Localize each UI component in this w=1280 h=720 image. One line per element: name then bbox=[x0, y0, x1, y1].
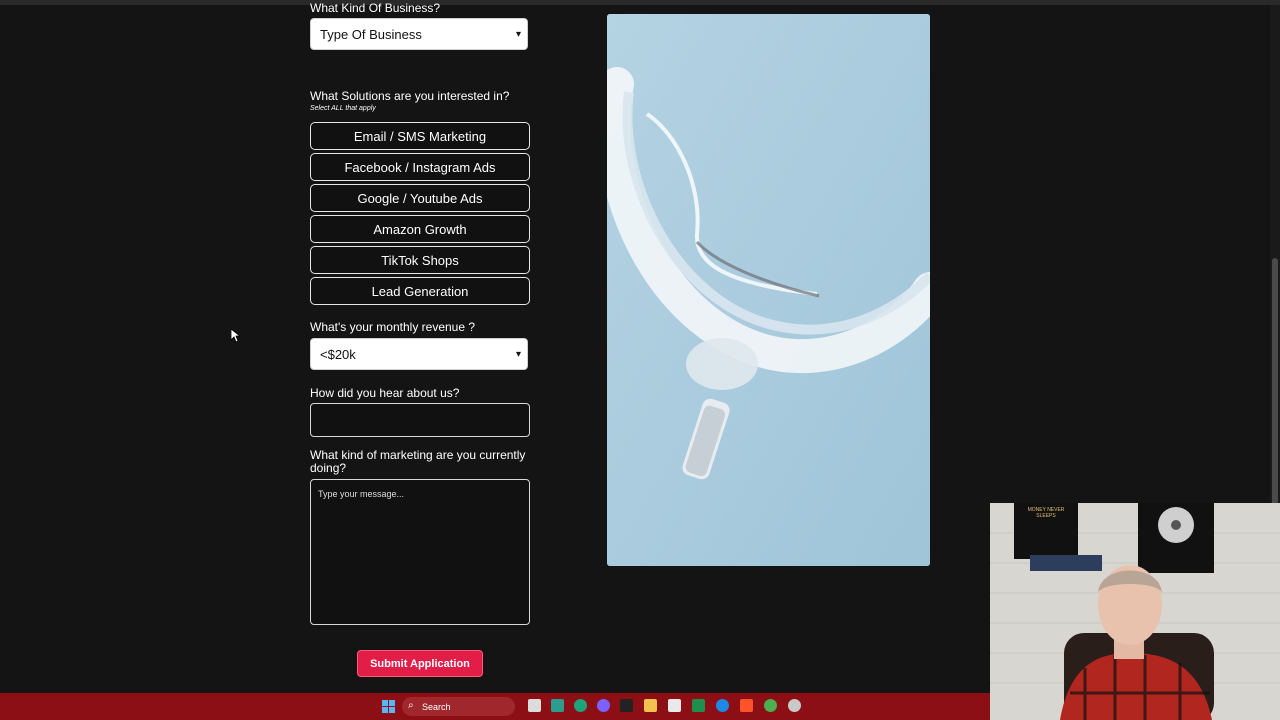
hear-about-input[interactable] bbox=[310, 403, 530, 437]
app-icon-1[interactable] bbox=[551, 699, 564, 712]
scrollbar-thumb[interactable] bbox=[1272, 258, 1278, 508]
solution-lead-generation[interactable]: Lead Generation bbox=[310, 277, 530, 305]
chevron-down-icon: ▾ bbox=[515, 29, 521, 40]
business-type-value: Type Of Business bbox=[320, 26, 422, 42]
file-explorer-icon[interactable] bbox=[644, 699, 657, 712]
business-type-label: What Kind Of Business? bbox=[310, 1, 441, 15]
windows-start-icon[interactable] bbox=[382, 700, 395, 713]
excel-icon[interactable] bbox=[692, 699, 705, 712]
revenue-value: <$20k bbox=[320, 346, 356, 362]
solutions-label: What Solutions are you interested in? bbox=[310, 89, 510, 103]
solution-google-youtube[interactable]: Google / Youtube Ads bbox=[310, 184, 530, 212]
app-icon-2[interactable] bbox=[574, 699, 587, 712]
poster-text: MONEY NEVER SLEEPS bbox=[1027, 507, 1065, 519]
settings-gear-icon[interactable] bbox=[788, 699, 801, 712]
mouthguard-illustration bbox=[607, 14, 930, 566]
marketing-textarea[interactable]: Type your message... bbox=[310, 479, 530, 625]
hear-about-label: How did you hear about us? bbox=[310, 386, 460, 400]
task-view-icon[interactable] bbox=[528, 699, 541, 712]
app-icon-5[interactable] bbox=[716, 699, 729, 712]
revenue-select[interactable]: <$20k ▾ bbox=[310, 338, 528, 370]
app-icon-3[interactable] bbox=[620, 699, 633, 712]
revenue-label: What's your monthly revenue ? bbox=[310, 320, 476, 334]
business-type-select[interactable]: Type Of Business ▾ bbox=[310, 18, 528, 50]
browser-top-edge bbox=[0, 0, 1280, 5]
solution-facebook-instagram[interactable]: Facebook / Instagram Ads bbox=[310, 153, 530, 181]
copilot-icon[interactable] bbox=[597, 699, 610, 712]
submit-application-button[interactable]: Submit Application bbox=[357, 650, 483, 677]
solution-amazon-growth[interactable]: Amazon Growth bbox=[310, 215, 530, 243]
solution-email-sms[interactable]: Email / SMS Marketing bbox=[310, 122, 530, 150]
search-icon: ⌕ bbox=[408, 700, 414, 711]
chevron-down-icon: ▾ bbox=[515, 349, 521, 360]
promo-image bbox=[607, 14, 930, 566]
taskbar-search[interactable]: ⌕ Search bbox=[402, 697, 515, 716]
brave-browser-icon[interactable] bbox=[740, 699, 753, 712]
taskbar-search-label: Search bbox=[422, 701, 451, 712]
marketing-label: What kind of marketing are you currently… bbox=[310, 448, 526, 475]
mouse-cursor-icon bbox=[231, 329, 241, 343]
chrome-icon[interactable] bbox=[764, 699, 777, 712]
webcam-overlay: MONEY NEVER SLEEPS bbox=[990, 503, 1280, 720]
app-icon-4[interactable] bbox=[668, 699, 681, 712]
solutions-hint: Select ALL that apply bbox=[310, 105, 376, 112]
webcam-scene bbox=[990, 503, 1280, 720]
solution-tiktok-shops[interactable]: TikTok Shops bbox=[310, 246, 530, 274]
